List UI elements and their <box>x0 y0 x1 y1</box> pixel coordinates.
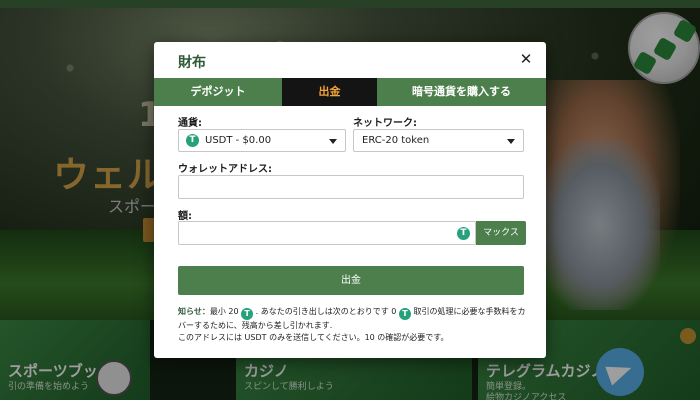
currency-value: USDT - $0.00 <box>205 135 272 146</box>
modal-header: 財布 ✕ <box>154 42 546 78</box>
wallet-address-input[interactable] <box>178 175 524 199</box>
network-label: ネットワーク: <box>353 118 417 129</box>
notice-address-warning: このアドレスには USDT のみを送信してください。10 の確認が必要です。 <box>178 333 449 342</box>
close-icon[interactable]: ✕ <box>516 49 536 69</box>
currency-label: 通貨: <box>178 118 202 129</box>
tab-deposit[interactable]: デポジット <box>154 78 282 106</box>
wallet-tabs: デポジット 出金 暗号通貨を購入する <box>154 78 546 106</box>
notice-min: 最小 20 <box>209 307 239 316</box>
tether-icon: T <box>457 227 470 240</box>
notice-balance: . あなたの引き出しは次のとおりです 0 <box>255 307 397 316</box>
tether-icon: T <box>398 308 411 320</box>
chevron-down-icon <box>507 139 515 144</box>
network-select[interactable]: ERC-20 token <box>353 129 524 152</box>
wallet-address-label: ウォレットアドレス: <box>178 164 272 175</box>
amount-label: 額: <box>178 211 192 222</box>
tab-buy-crypto[interactable]: 暗号通貨を購入する <box>377 78 546 106</box>
withdraw-notice: 知らせ：最小 20 T . あなたの引き出しは次のとおりです 0 T 取引の処理… <box>178 306 528 344</box>
wallet-modal: 財布 ✕ デポジット 出金 暗号通貨を購入する 通貨: T USDT - $0.… <box>154 42 546 358</box>
currency-select[interactable]: T USDT - $0.00 <box>178 129 346 152</box>
tether-icon: T <box>186 134 199 147</box>
max-button[interactable]: マックス <box>476 221 526 245</box>
chevron-down-icon <box>329 139 337 144</box>
amount-input[interactable] <box>178 221 476 245</box>
network-value: ERC-20 token <box>362 135 430 146</box>
notice-lead: 知らせ： <box>178 307 210 316</box>
tab-withdraw[interactable]: 出金 <box>282 78 377 106</box>
withdraw-submit-button[interactable]: 出金 <box>178 266 524 295</box>
tether-icon: T <box>241 308 254 320</box>
modal-title: 財布 <box>178 55 206 71</box>
